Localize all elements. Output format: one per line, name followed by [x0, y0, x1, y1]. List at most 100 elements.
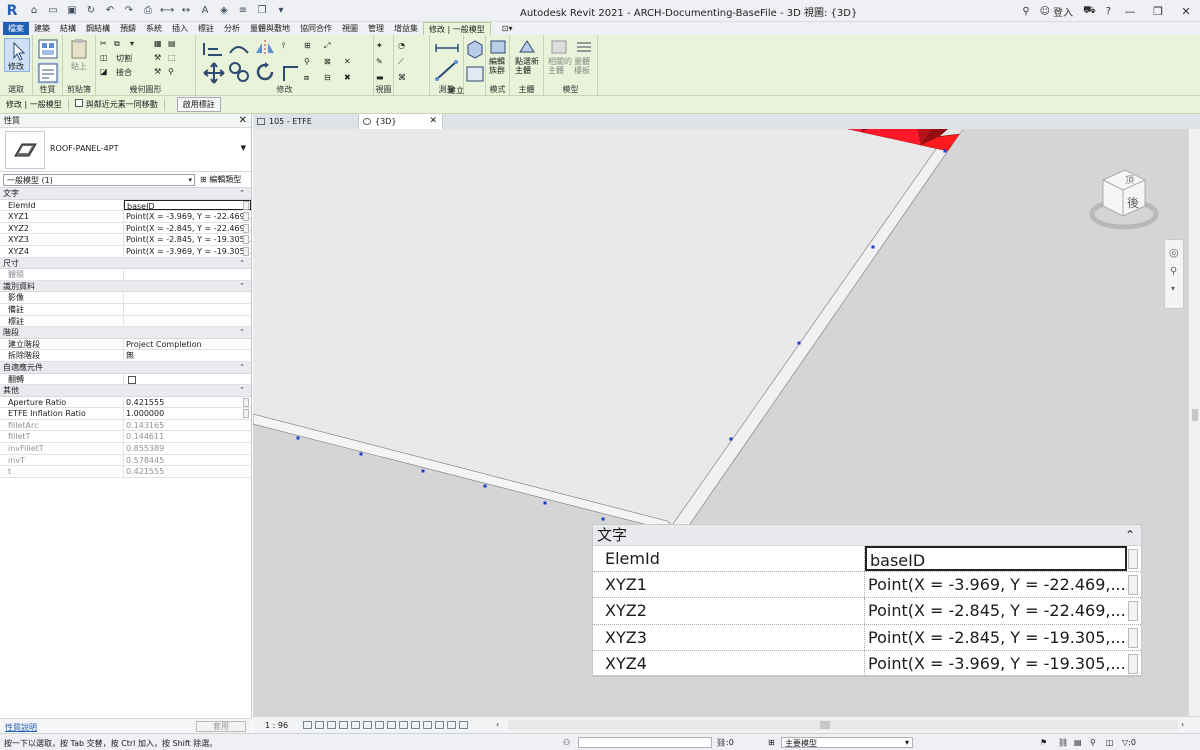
grip-point[interactable] [296, 436, 300, 440]
tab-annotate[interactable]: 標註 [193, 22, 219, 35]
property-value[interactable]: baseID [124, 199, 251, 211]
uncut-icon[interactable]: ◫ [100, 53, 108, 62]
cut-button[interactable]: 切割 [116, 53, 132, 64]
restore-button[interactable]: ❐ [1144, 5, 1172, 18]
override-icon[interactable]: ▬ [376, 73, 384, 82]
select-pinned-icon[interactable]: ⚲ [1090, 738, 1096, 747]
select-by-face-icon[interactable]: ◫ [1106, 738, 1114, 747]
select-underlay-icon[interactable]: ▤ [1074, 738, 1082, 747]
workset-icon[interactable]: ⚇ [563, 738, 570, 747]
pin-element-icon[interactable]: ⚲ [304, 57, 310, 66]
pencil-icon[interactable]: ✎ [376, 57, 383, 66]
grip-point[interactable] [943, 149, 947, 153]
instance-filter-dropdown[interactable]: 一般模型 (1) ▾ [3, 174, 195, 186]
tab-architecture[interactable]: 建築 [29, 22, 55, 35]
collapse-icon[interactable]: ⌃ [1125, 525, 1135, 546]
activate-dimensions-button[interactable]: 啟用標註 [176, 97, 221, 112]
property-value[interactable] [124, 304, 251, 315]
linework-icon[interactable]: ⟋ [398, 57, 404, 67]
paint-icon[interactable]: ◪ [100, 67, 108, 76]
associate-parameter-button[interactable] [243, 409, 249, 419]
property-value[interactable] [124, 292, 251, 303]
steering-wheel-icon[interactable]: ◎ [1169, 246, 1179, 259]
property-group-identity-data[interactable]: 識別資料 ⌃ [0, 280, 251, 293]
associate-parameter-button[interactable] [243, 212, 249, 222]
exclude-options-icon[interactable]: ⚑ [1040, 738, 1047, 747]
paint-bucket-icon[interactable]: ⌘ [398, 73, 406, 82]
delete-button[interactable]: ✖ [344, 73, 351, 82]
offset-icon[interactable] [228, 39, 250, 57]
measure-between-icon[interactable] [434, 41, 460, 55]
grip-point[interactable] [483, 484, 487, 488]
tab-massing-site[interactable]: 量體與敷地 [245, 22, 295, 35]
unpin-icon[interactable]: ⊠ [324, 57, 331, 66]
zoomed-parameter-value[interactable]: Point(X = -2.845, Y = -22.469,... [865, 598, 1127, 623]
text-icon[interactable]: A [198, 4, 212, 18]
horizontal-scroll-thumb[interactable] [820, 721, 830, 729]
grip-point[interactable] [359, 452, 363, 456]
wall-joins-icon[interactable]: ▦ [154, 39, 162, 48]
property-value[interactable]: Project Completion [124, 339, 251, 350]
collapse-icon[interactable]: ⌃ [239, 188, 245, 200]
collapse-icon[interactable]: ⌃ [239, 327, 245, 339]
delete-icon[interactable]: ✕ [344, 57, 351, 66]
property-value[interactable]: 1.000000 [124, 408, 251, 419]
demolish-icon[interactable]: ⚒ [154, 53, 161, 62]
edit-type-button[interactable]: ⊞ 編輯類型 [200, 174, 241, 185]
collapse-icon[interactable]: ⌃ [239, 281, 245, 293]
zoomed-parameter-value[interactable]: baseID [865, 546, 1127, 572]
tab-precast[interactable]: 預鑄 [115, 22, 141, 35]
cope-icon[interactable]: ✂ [100, 39, 107, 48]
reveal-constraints-icon[interactable] [459, 721, 468, 729]
scale-icon[interactable]: ⤢ [324, 41, 330, 51]
zoomed-parameter-value[interactable]: Point(X = -3.969, Y = -19.305,... [865, 651, 1127, 676]
trim-extend-icon[interactable] [280, 61, 302, 83]
flip-checkbox[interactable] [128, 375, 136, 384]
type-dropdown-icon[interactable]: ▼ [241, 144, 246, 152]
zoomed-parameter-value[interactable]: Point(X = -3.969, Y = -22.469,... [865, 572, 1127, 597]
open-icon[interactable]: ▭ [46, 4, 60, 18]
properties-icon[interactable] [37, 38, 59, 60]
join-button[interactable]: 接合 [116, 67, 132, 78]
collapse-icon[interactable]: ⌃ [239, 385, 245, 397]
rotate-icon[interactable] [254, 61, 276, 83]
scroll-right-icon[interactable]: › [1181, 720, 1184, 729]
render-icon[interactable] [351, 721, 360, 729]
search-binoculars-icon[interactable]: ⚲ [1022, 6, 1029, 17]
split-icon[interactable]: ⫯ [282, 41, 285, 51]
tab-steel[interactable]: 鋼結構 [81, 22, 115, 35]
property-value[interactable]: 無 [124, 350, 251, 361]
tab-addins[interactable]: 增益集 [389, 22, 423, 35]
grip-point[interactable] [797, 341, 801, 345]
workset-dropdown[interactable] [578, 737, 712, 748]
grip-point[interactable] [729, 437, 733, 441]
close-properties-icon[interactable]: ✕ [239, 114, 247, 128]
view-scale[interactable]: 1 : 96 [265, 721, 288, 730]
select-panel-label[interactable]: 選取 [0, 84, 32, 95]
vertical-scroll-thumb[interactable] [1192, 409, 1198, 421]
grip-point[interactable] [871, 245, 875, 249]
switch-windows-icon[interactable]: ❐ [255, 4, 269, 18]
sign-in-button[interactable]: ☺ 登入 [1040, 4, 1073, 19]
cut-geometry-icon[interactable]: ⧉ [114, 39, 120, 49]
revit-logo-icon[interactable]: R [3, 2, 21, 20]
copy-icon[interactable] [228, 61, 250, 83]
associate-parameter-button[interactable] [243, 397, 249, 407]
property-value[interactable] [124, 374, 251, 385]
move-icon[interactable] [202, 61, 226, 85]
property-group-dimensions[interactable]: 尺寸 ⌃ [0, 257, 251, 270]
pick-new-host-icon[interactable] [517, 38, 537, 56]
tab-structure[interactable]: 結構 [55, 22, 81, 35]
grip-point[interactable] [421, 469, 425, 473]
property-value[interactable] [124, 316, 251, 327]
group-icon[interactable]: ⊟ [324, 73, 331, 82]
associate-parameter-button[interactable] [243, 200, 249, 210]
close-tab-icon[interactable]: ✕ [429, 114, 437, 129]
associate-parameter-button[interactable] [1128, 601, 1138, 622]
highlight-displacement-icon[interactable] [447, 721, 456, 729]
help-icon[interactable]: ? [1106, 6, 1111, 17]
tab-file[interactable]: 檔案 [3, 22, 29, 35]
associate-parameter-button[interactable] [243, 246, 249, 256]
type-properties-icon[interactable] [37, 62, 59, 84]
sun-path-icon[interactable] [327, 721, 336, 729]
